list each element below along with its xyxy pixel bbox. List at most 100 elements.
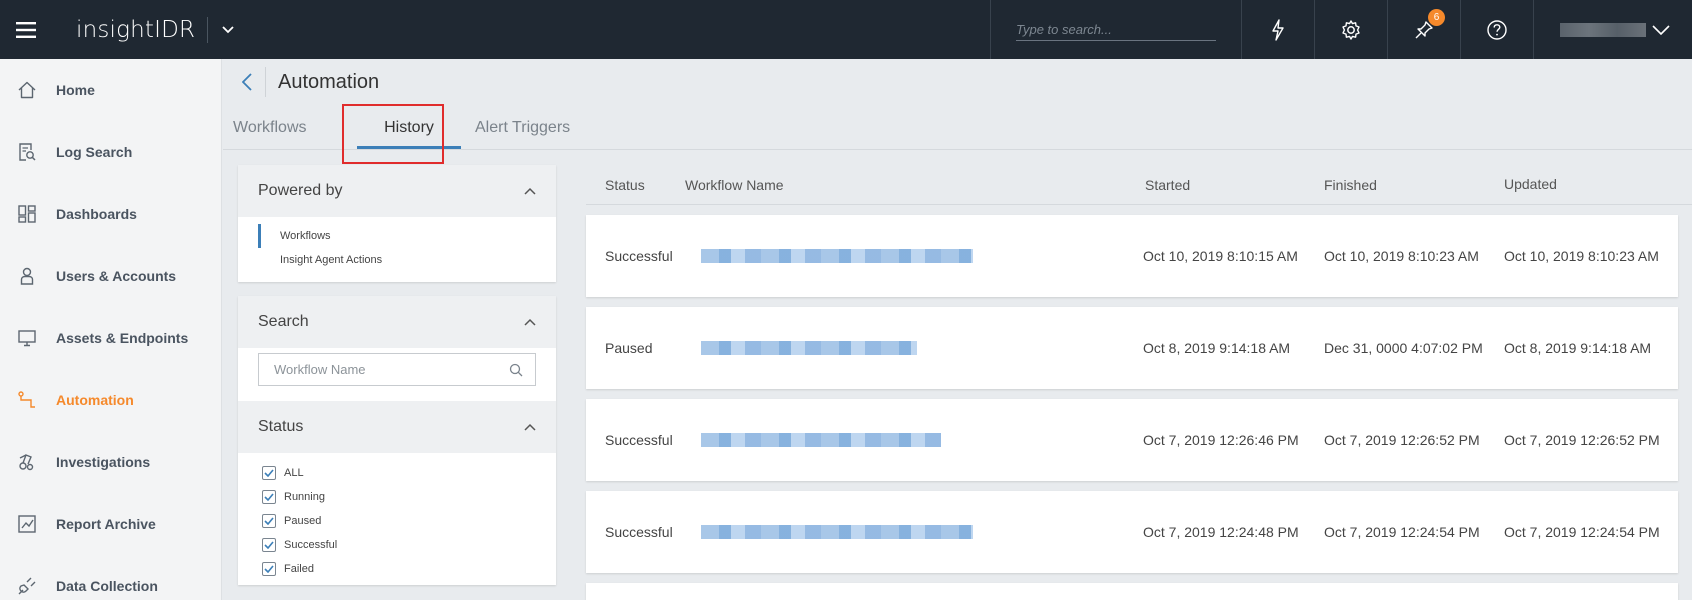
table-row[interactable]: Successful Oct 7, 2019 12:26:46 PM Oct 7… [586,399,1678,481]
column-header-status[interactable]: Status [586,177,685,193]
workflow-name-redacted [701,341,917,355]
status-title: Status [258,418,304,435]
search-body [238,353,556,401]
status-header[interactable]: Status [238,401,556,453]
chevron-up-icon [524,423,536,431]
user-icon [16,265,38,287]
user-menu[interactable] [1533,0,1692,59]
row-finished: Dec 31, 0000 4:07:02 PM [1324,340,1483,356]
sidebar-item-investigations[interactable]: Investigations [0,431,221,493]
sidebar-item-label: Automation [56,392,134,408]
filter-panel: Powered by Workflows Insight Agent Actio… [238,165,556,585]
global-search-input[interactable] [1016,18,1216,41]
column-header-updated[interactable]: Updated [1504,174,1664,195]
back-arrow-icon[interactable] [237,70,257,94]
sidebar-item-label: Home [56,82,95,98]
status-option-paused[interactable]: Paused [262,509,536,533]
tab-alert-triggers[interactable]: Alert Triggers [475,119,570,149]
checkbox-checked-icon[interactable] [262,562,276,576]
status-option-label: Paused [284,515,322,527]
report-icon [16,513,38,535]
workflow-name-redacted [701,525,973,539]
hamburger-menu-icon[interactable] [0,0,52,59]
table-row[interactable]: Successful Oct 7, 2019 12:24:48 PM Oct 7… [586,491,1678,573]
page-header: Automation [223,59,1692,105]
table-header: Status Workflow Name Started Finished Up… [586,165,1692,205]
status-option-label: Running [284,491,325,503]
sidebar-item-label: Dashboards [56,206,137,222]
column-header-finished[interactable]: Finished [1324,177,1504,193]
column-header-started[interactable]: Started [1145,177,1324,193]
home-icon [16,79,38,101]
row-started: Oct 8, 2019 9:14:18 AM [1143,340,1291,356]
powered-by-header[interactable]: Powered by [238,165,556,217]
checkbox-checked-icon[interactable] [262,514,276,528]
sidebar-item-assets-endpoints[interactable]: Assets & Endpoints [0,307,221,369]
status-options: ALL Running Paused Successful Failed [238,453,556,585]
status-option-label: Successful [284,539,338,551]
gear-icon[interactable] [1314,0,1387,59]
table-row[interactable]: Paused Oct 8, 2019 9:14:18 AM Dec 31, 00… [586,307,1678,389]
table-row[interactable] [586,583,1678,600]
sidebar-item-label: Assets & Endpoints [56,330,189,346]
global-search [990,0,1241,59]
active-tab-underline [357,146,461,149]
plug-icon [16,575,38,597]
row-started: Oct 10, 2019 8:10:15 AM [1143,248,1298,264]
status-option-successful[interactable]: Successful [262,533,536,557]
row-finished: Oct 7, 2019 12:24:54 PM [1324,524,1480,540]
row-updated: Oct 7, 2019 12:24:54 PM [1504,523,1660,540]
row-updated: Oct 8, 2019 9:14:18 AM [1504,339,1652,356]
header-divider [265,67,266,97]
sidebar-item-label: Data Collection [56,578,158,594]
investigations-icon [16,451,38,473]
row-updated: Oct 10, 2019 8:10:23 AM [1504,247,1659,264]
status-option-failed[interactable]: Failed [262,557,536,581]
tab-workflows[interactable]: Workflows [233,119,343,149]
sidebar-item-home[interactable]: Home [0,59,221,121]
row-started: Oct 7, 2019 12:24:48 PM [1143,524,1299,540]
tab-history[interactable]: History [343,119,475,149]
workflow-name-field [258,353,536,386]
sidebar-item-automation[interactable]: Automation [0,369,221,431]
sidebar-item-report-archive[interactable]: Report Archive [0,493,221,555]
sidebar-item-users-accounts[interactable]: Users & Accounts [0,245,221,307]
row-updated: Oct 7, 2019 12:26:52 PM [1504,431,1660,448]
row-status: Paused [605,340,653,356]
table-row[interactable]: Successful Oct 10, 2019 8:10:15 AM Oct 1… [586,215,1678,297]
log-search-icon [16,141,38,163]
row-workflow-name[interactable] [701,341,1143,355]
column-header-workflow-name[interactable]: Workflow Name [685,177,1145,193]
workflow-name-redacted [701,433,941,447]
checkbox-checked-icon[interactable] [262,490,276,504]
notification-badge: 6 [1428,9,1445,26]
brand-logo[interactable]: insightIDR [76,17,195,43]
search-header[interactable]: Search [238,296,556,348]
brand-divider [207,16,209,43]
status-option-label: Failed [284,563,314,575]
status-option-all[interactable]: ALL [262,461,536,485]
sidebar-item-log-search[interactable]: Log Search [0,121,221,183]
lightning-icon[interactable] [1241,0,1314,59]
powered-by-workflows[interactable]: Workflows [258,224,536,248]
status-option-running[interactable]: Running [262,485,536,509]
powered-by-insight-agent-actions[interactable]: Insight Agent Actions [258,248,536,272]
workflow-name-input[interactable] [274,362,494,377]
search-card: Search Status ALL Runni [238,296,556,585]
pin-notifications-icon[interactable]: 6 [1387,0,1460,59]
row-workflow-name[interactable] [701,433,1143,447]
row-workflow-name[interactable] [701,525,1143,539]
checkbox-checked-icon[interactable] [262,466,276,480]
checkbox-checked-icon[interactable] [262,538,276,552]
help-icon[interactable] [1460,0,1533,59]
row-workflow-name[interactable] [701,249,1143,263]
row-status: Successful [605,524,673,540]
history-table: Status Workflow Name Started Finished Up… [586,165,1692,600]
sidebar-item-dashboards[interactable]: Dashboards [0,183,221,245]
row-started: Oct 7, 2019 12:26:46 PM [1143,432,1299,448]
search-icon[interactable] [509,363,523,377]
sidebar-item-data-collection[interactable]: Data Collection [0,555,221,600]
sidebar: Home Log Search Dashboards Users & Accou… [0,59,222,600]
row-status: Successful [605,432,673,448]
chevron-down-icon[interactable] [218,20,238,40]
